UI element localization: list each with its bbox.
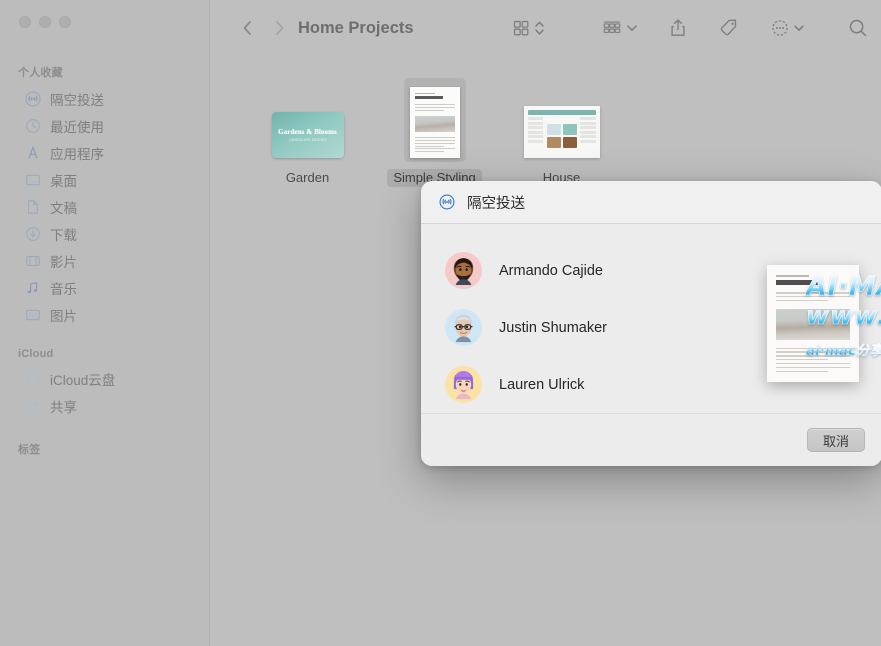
sidebar-item-movies[interactable]: 影片 [8, 248, 201, 274]
music-note-icon [24, 280, 41, 297]
sidebar-section-icloud-header: iCloud [18, 348, 54, 360]
airdrop-icon [24, 91, 41, 108]
sidebar-item-label: 影片 [50, 255, 77, 270]
minimize-button[interactable] [39, 16, 51, 28]
file-grid: Gardens & Blooms LANDSCAPE DESIGN Garden [210, 56, 881, 187]
airdrop-icon [437, 193, 456, 212]
movies-icon [24, 253, 41, 270]
search-button[interactable] [847, 14, 869, 42]
airdrop-dialog-titlebar: 隔空投送 [421, 181, 881, 224]
spreadsheet-thumbnail [523, 106, 600, 158]
file-item-garden[interactable]: Gardens & Blooms LANDSCAPE DESIGN Garden [244, 78, 371, 187]
more-button[interactable] [770, 14, 790, 42]
chevron-down-icon[interactable] [626, 14, 638, 42]
sidebar-item-downloads[interactable]: 下载 [8, 221, 201, 247]
zoom-button[interactable] [59, 16, 71, 28]
sidebar-item-label: 下载 [50, 228, 77, 243]
airdrop-dialog-footer: 取消 [421, 413, 881, 466]
sidebar-item-pictures[interactable]: 图片 [8, 302, 201, 328]
file-label: Garden [285, 170, 330, 185]
sidebar-item-label: 桌面 [50, 174, 77, 189]
back-button[interactable] [232, 14, 262, 42]
sidebar-item-applications[interactable]: 应用程序 [8, 140, 201, 166]
sidebar-item-airdrop[interactable]: 隔空投送 [8, 86, 201, 112]
sidebar-item-label: 应用程序 [50, 147, 104, 162]
forward-button[interactable] [262, 14, 296, 42]
sidebar: 个人收藏 隔空投送 最近使用 应用程序 桌面 文稿 下载 影片 音乐 图片 iC… [0, 0, 210, 646]
sidebar-item-label: 音乐 [50, 282, 77, 297]
toolbar: Home Projects [210, 0, 881, 56]
sidebar-item-icloud-drive[interactable]: iCloud云盘 [8, 366, 201, 392]
card-title: Gardens & Blooms [278, 128, 337, 136]
document-icon [24, 199, 41, 216]
contact-name: Justin Shumaker [499, 319, 607, 336]
airdrop-dialog-title: 隔空投送 [467, 195, 525, 212]
sidebar-section-tags-header: 标签 [18, 444, 41, 456]
tag-button[interactable] [718, 14, 740, 42]
sidebar-item-documents[interactable]: 文稿 [8, 194, 201, 220]
file-thumbnail [518, 78, 606, 162]
file-thumbnail: Gardens & Blooms LANDSCAPE DESIGN [266, 78, 350, 162]
share-button[interactable] [668, 14, 688, 42]
clock-icon [24, 118, 41, 135]
sidebar-section-favorites-header: 个人收藏 [18, 67, 63, 79]
document-thumbnail [409, 87, 460, 158]
group-by-controls [601, 14, 638, 42]
sidebar-item-label: 最近使用 [50, 120, 104, 135]
drag-preview-document [767, 265, 859, 382]
sidebar-item-music[interactable]: 音乐 [8, 275, 201, 301]
sidebar-item-shared[interactable]: 共享 [8, 393, 201, 419]
file-item-simple-styling[interactable]: Simple Styling [371, 78, 498, 187]
sidebar-item-label: 隔空投送 [50, 93, 104, 108]
view-controls [511, 14, 545, 42]
group-by-button[interactable] [601, 14, 623, 42]
chevron-down-icon[interactable] [793, 14, 805, 42]
main-content-area: Home Projects Gardens & Blooms LANDSCAPE… [210, 0, 881, 646]
chevron-up-down-icon[interactable] [534, 14, 545, 42]
download-icon [24, 226, 41, 243]
sidebar-item-label: iCloud云盘 [50, 373, 116, 388]
photos-icon [24, 307, 41, 324]
close-button[interactable] [19, 16, 31, 28]
window-traffic-lights [0, 0, 209, 40]
card-thumbnail: Gardens & Blooms LANDSCAPE DESIGN [271, 112, 344, 158]
avatar [445, 366, 482, 403]
sidebar-item-label: 图片 [50, 309, 77, 324]
avatar [445, 252, 482, 289]
desktop-icon [24, 172, 41, 189]
file-thumbnail [403, 78, 466, 162]
page-title: Home Projects [298, 18, 414, 37]
avatar [445, 309, 482, 346]
shared-folder-icon [24, 398, 41, 415]
more-controls [770, 14, 805, 42]
applications-icon [24, 145, 41, 162]
grid-view-button[interactable] [511, 14, 531, 42]
contact-name: Armando Cajide [499, 262, 603, 279]
cloud-icon [24, 371, 41, 388]
card-subtitle: LANDSCAPE DESIGN [288, 138, 327, 142]
file-item-house[interactable]: House [498, 78, 625, 187]
sidebar-item-label: 共享 [50, 400, 77, 415]
sidebar-item-label: 文稿 [50, 201, 77, 216]
contact-name: Lauren Ulrick [499, 376, 585, 393]
cancel-button[interactable]: 取消 [807, 428, 865, 452]
sidebar-item-desktop[interactable]: 桌面 [8, 167, 201, 193]
sidebar-item-recents[interactable]: 最近使用 [8, 113, 201, 139]
finder-window: 个人收藏 隔空投送 最近使用 应用程序 桌面 文稿 下载 影片 音乐 图片 iC… [0, 0, 881, 646]
toolbar-right-group [638, 14, 869, 42]
